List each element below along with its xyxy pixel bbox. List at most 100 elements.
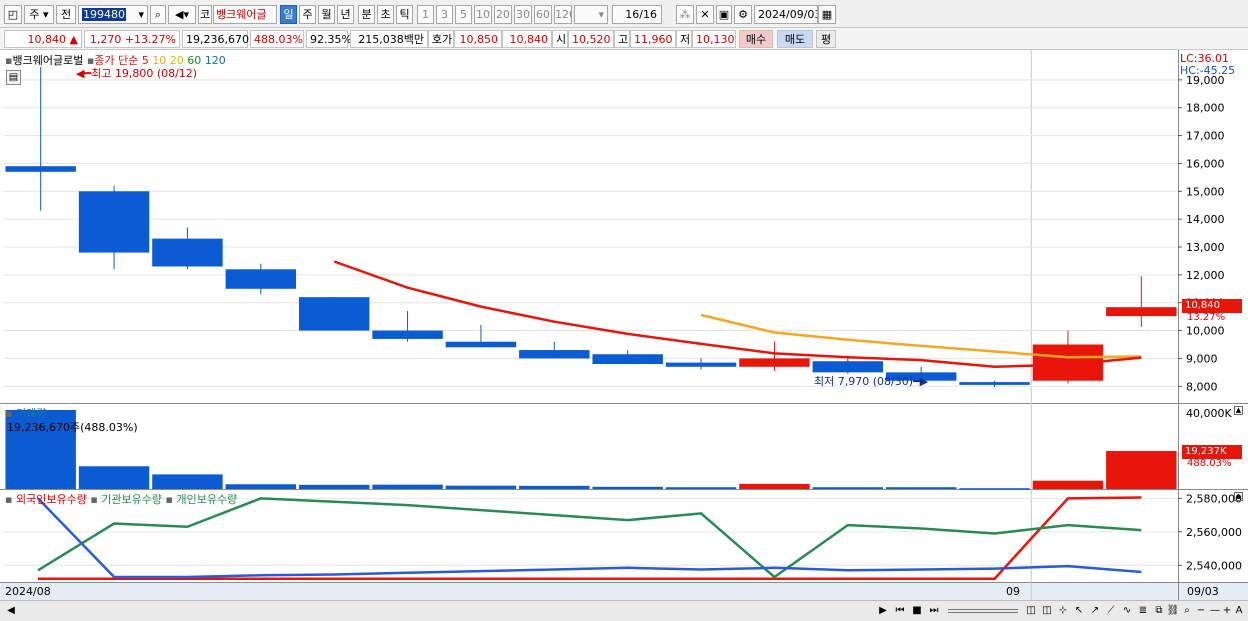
dropdown-arrow-icon[interactable]: ▾ [138,6,144,23]
scroll-left-icon[interactable]: ◀ [4,604,18,618]
price-tick-label: 18,000 [1186,102,1225,115]
volume-bar [1032,480,1104,489]
interval-60-button[interactable]: 60 [534,5,552,24]
interval-30-button[interactable]: 30 [514,5,532,24]
table-toggle-icon[interactable]: ▤ [6,70,21,85]
interval-5-button[interactable]: 5 [455,5,472,24]
price-tick-label: 9,000 [1186,352,1218,365]
period-week-button[interactable]: 주 [299,5,316,24]
pane-maximize-icon[interactable]: ▲ [1234,492,1243,501]
price-tick-label: 15,000 [1186,185,1225,198]
quote-label: 호가 [428,30,454,48]
zoom-icon[interactable]: ⌕ [1180,604,1194,618]
fibo-tool-icon[interactable]: ≣ [1136,604,1150,618]
volume-bar [152,474,223,489]
pane-maximize-icon[interactable]: ▲ [1234,406,1243,415]
volume-bar [885,487,957,489]
stock-code-input[interactable]: 199480 ▾ [78,5,148,24]
compare-icon[interactable]: ⁂ [676,5,694,24]
link-icon[interactable]: ⛓ [1166,604,1180,618]
volume-bar [665,487,737,489]
stop-icon[interactable]: ■ [910,604,924,618]
period-minute-button[interactable]: 분 [358,5,375,24]
trend-tool-icon[interactable]: ↗ [1088,604,1102,618]
market-select-label: 주 [29,8,40,21]
page-counter: 16/16 [612,5,662,24]
stock-type-label: 코 [198,5,212,24]
high-price: 11,960 [630,30,676,48]
volume-axis-top: 40,000K [1186,407,1232,420]
period-second-button[interactable]: 초 [377,5,394,24]
price-tick-label: 12,000 [1186,269,1225,282]
speaker-icon[interactable]: ◀▾ [168,5,196,24]
candle-body [445,341,517,348]
zoom-out-icon[interactable]: − [1194,604,1208,618]
wave-tool-icon[interactable]: ∿ [1120,604,1134,618]
scroll-right-icon[interactable]: ▶ [876,604,890,618]
x-axis-start: 2024/08 [5,585,51,598]
market-select[interactable]: 주 ▾ [24,5,54,24]
buy-button[interactable]: 매수 [739,30,773,48]
rewind-icon[interactable]: ⏮ [893,604,907,618]
period-month-button[interactable]: 월 [318,5,335,24]
bid-price: 10,840 [502,30,552,48]
holding-tick-label: 2,540,000 [1186,559,1242,572]
volume-bar [592,486,663,489]
save-icon[interactable]: ▣ [716,5,732,24]
zoom-slider[interactable] [948,609,1018,613]
window-menu-icon[interactable]: ◰ [4,5,22,24]
ask-price: 10,850 [454,30,502,48]
interval-10-button[interactable]: 10 [474,5,492,24]
ratio-value: 92.35% [306,30,352,48]
volume-bar [225,484,297,489]
current-price: 10,840 ▲ [4,30,82,48]
layout-icon[interactable]: ◫ [1040,604,1054,618]
font-size-icon[interactable]: A [1232,604,1246,618]
draw-tool-icon[interactable]: ✕ [696,5,714,24]
stock-name-field[interactable]: 뱅크웨어글 [213,5,277,24]
gear-icon[interactable]: ⚙ [734,5,752,24]
calendar-icon[interactable]: ▦ [818,5,836,24]
interval-custom-select[interactable]: ▾ [574,5,608,24]
last-volume-pct: 488.03% [1187,458,1232,469]
search-icon[interactable]: ⌕ [150,5,166,24]
prev-button[interactable]: 전 [56,5,76,24]
stock-chart[interactable]: 8,0009,00010,00011,00012,00013,00014,000… [0,50,1248,621]
last-pct-tag: 13.27% [1187,312,1226,323]
candle-body [1106,307,1177,317]
price-tick-label: 13,000 [1186,241,1225,254]
foreign-legend: 외국인보유수량 [15,493,87,506]
volume-bar [372,484,443,489]
last-price-tag: 10,840 [1182,299,1242,313]
chart-scrollbar[interactable]: ◀ ▶ ⏮ ■ ⏭ ◫ ◫ ⊹ ↖ ↗ ⟋ ∿ ≣ ⧉ ⛓ ⌕ − — + A [0,600,1248,621]
period-tick-button[interactable]: 틱 [396,5,413,24]
x-axis-month: 09 [1006,585,1020,598]
max-price-label: 최고 19,800 (08/12) [91,67,198,80]
open-label: 시 [552,30,568,48]
period-day-button[interactable]: 일 [280,5,297,24]
copy-icon[interactable]: ⧉ [1152,604,1166,618]
crosshair-icon[interactable]: ⊹ [1056,604,1070,618]
line-tool-icon[interactable]: ↖ [1072,604,1086,618]
open-price: 10,520 [568,30,614,48]
last-volume-tag: 19,237K [1182,445,1242,459]
period-year-button[interactable]: 년 [337,5,354,24]
sell-button[interactable]: 매도 [777,30,813,48]
eval-button[interactable]: 평 [816,30,836,48]
interval-120-button[interactable]: 120 [554,5,572,24]
candle-body [225,269,297,289]
channel-tool-icon[interactable]: ⟋ [1104,604,1118,618]
price-tick-label: 14,000 [1186,213,1225,226]
layout-icon[interactable]: ◫ [1024,604,1038,618]
fast-forward-icon[interactable]: ⏭ [927,604,941,618]
date-input[interactable]: 2024/09/03 [754,5,818,24]
interval-3-button[interactable]: 3 [436,5,453,24]
interval-20-button[interactable]: 20 [494,5,512,24]
quote-infobar: 10,840 ▲ 1,270 +13.27% 19,236,670 488.03… [0,28,1248,50]
holding-tick-label: 2,560,000 [1186,526,1242,539]
low-label: 저 [676,30,692,48]
volume-ratio: 488.03% [250,30,304,48]
interval-1-button[interactable]: 1 [417,5,434,24]
volume-value: 19,236,670 [182,30,249,48]
high-label: 고 [614,30,630,48]
